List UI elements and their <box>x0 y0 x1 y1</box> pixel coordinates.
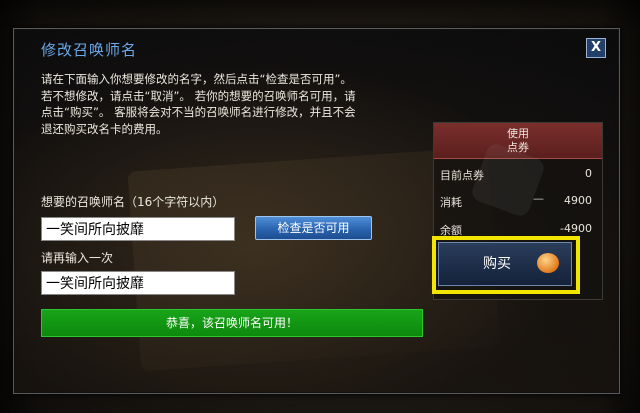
confirm-field-label: 请再输入一次 <box>41 251 114 265</box>
name-field-label: 想要的召唤师名（16个字符以内） <box>41 195 225 209</box>
buy-button-label: 购买 <box>483 256 511 272</box>
dialog-title: 修改召唤师名 <box>41 41 138 59</box>
row-value: 4900 <box>564 194 592 207</box>
row-value: 0 <box>585 167 592 180</box>
buy-button[interactable]: 购买 <box>438 242 572 286</box>
instructions-text: 请在下面输入你想要修改的名字，然后点击“检查是否可用”。 若不想修改，请点击“取… <box>41 71 421 137</box>
check-availability-button[interactable]: 检查是否可用 <box>255 216 372 240</box>
instructions-line: 请在下面输入你想要修改的名字，然后点击“检查是否可用”。 <box>41 72 352 86</box>
instructions-line: 若不想修改，请点击“取消”。 若你的想要的召唤师名可用，请 <box>41 88 356 103</box>
close-button[interactable]: X <box>586 38 606 58</box>
instructions-line: 点击“购买”。 客服将会对不当的召唤师名进行修改，并且不会 <box>41 105 356 119</box>
coin-icon <box>537 253 559 273</box>
confirm-name-input[interactable]: 一笑间所向披靡 <box>41 271 235 295</box>
panel-header-line: 使用 <box>507 127 529 140</box>
summoner-name-input[interactable]: 一笑间所向披靡 <box>41 217 235 241</box>
rename-dialog: 修改召唤师名 X 请在下面输入你想要修改的名字，然后点击“检查是否可用”。 若不… <box>13 28 620 394</box>
instructions-line: 退还购买改名卡的费用。 <box>41 121 168 136</box>
success-message: 恭喜，该召唤师名可用！ <box>41 309 423 337</box>
row-value: -4900 <box>560 222 592 235</box>
row-label: 消耗 <box>440 196 462 209</box>
